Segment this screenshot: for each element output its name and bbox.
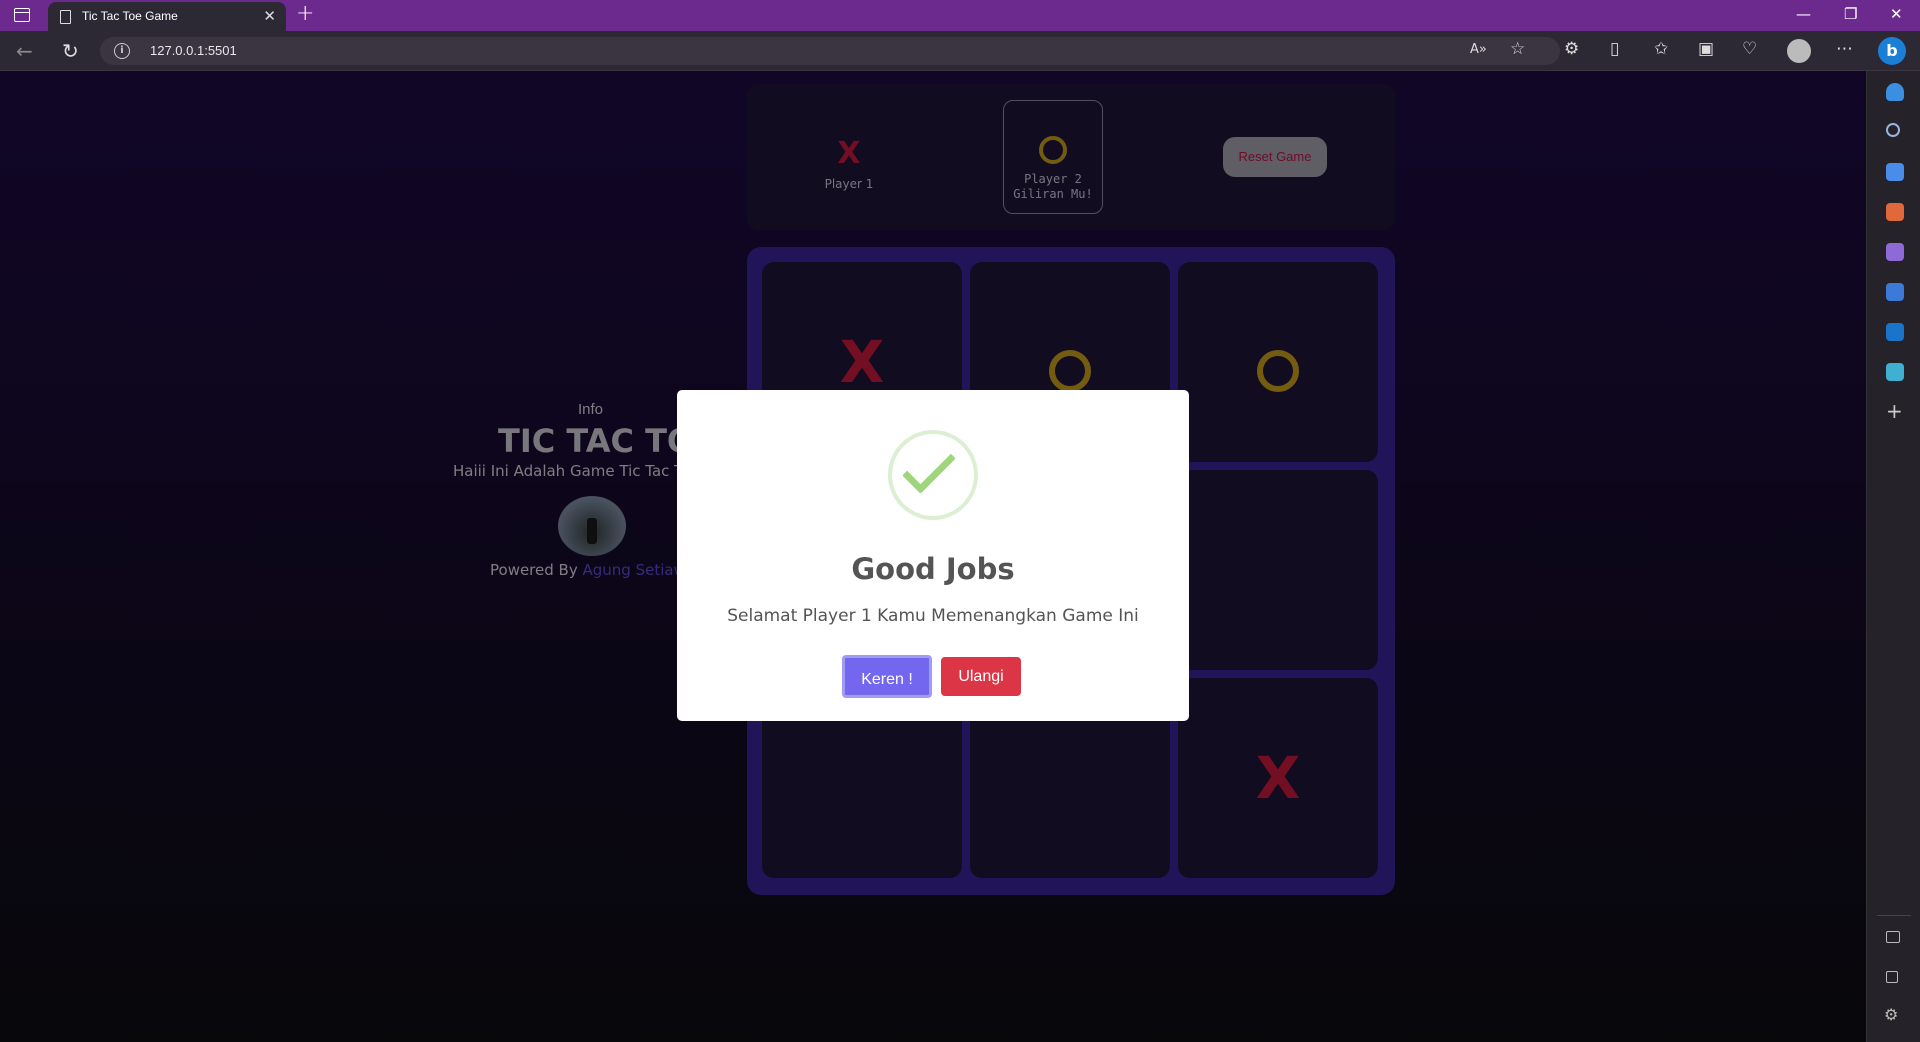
tab-actions-icon[interactable]: [14, 8, 30, 22]
games-icon[interactable]: [1886, 243, 1904, 261]
success-check-icon: [888, 430, 978, 520]
minimize-icon[interactable]: —: [1796, 5, 1811, 23]
retry-button[interactable]: Ulangi: [941, 657, 1021, 696]
extensions-icon[interactable]: ⚙: [1564, 39, 1579, 59]
win-dialog: Good Jobs Selamat Player 1 Kamu Memenang…: [677, 390, 1189, 721]
shopping-icon[interactable]: [1886, 163, 1904, 181]
url-input[interactable]: i 127.0.0.1:5501: [100, 37, 1560, 65]
add-icon[interactable]: +: [1886, 399, 1903, 423]
confirm-button[interactable]: Keren !: [842, 655, 932, 698]
settings-gear-icon[interactable]: ⚙: [1884, 1005, 1898, 1024]
bing-chat-icon[interactable]: b: [1878, 37, 1906, 65]
sidebar-toggle-icon[interactable]: [1886, 931, 1900, 943]
tab-title: Tic Tac Toe Game: [82, 9, 178, 23]
outlook-icon[interactable]: [1886, 323, 1904, 341]
favorites-icon[interactable]: ✩: [1654, 39, 1668, 59]
browser-tab-bar: Tic Tac Toe Game ✕ + — ❐ ✕: [0, 0, 1920, 31]
notification-icon[interactable]: [1886, 83, 1904, 101]
address-bar-row: ← ↻ i 127.0.0.1:5501 A» ☆ ⚙ ▯ ✩ ▣ ♡ ⋯ b: [0, 31, 1920, 71]
search-icon[interactable]: [1886, 123, 1900, 137]
edge-sidebar: + ⚙: [1866, 71, 1920, 1042]
split-screen-icon[interactable]: ▯: [1610, 39, 1619, 59]
dialog-message: Selamat Player 1 Kamu Memenangkan Game I…: [727, 606, 1139, 626]
read-aloud-icon[interactable]: A»: [1470, 42, 1487, 57]
close-tab-icon[interactable]: ✕: [263, 7, 276, 25]
new-tab-icon[interactable]: +: [296, 1, 314, 26]
open-external-icon[interactable]: [1886, 971, 1898, 983]
favorite-star-icon[interactable]: ☆: [1510, 39, 1525, 59]
drop-icon[interactable]: [1886, 363, 1904, 381]
office-icon[interactable]: [1886, 283, 1904, 301]
refresh-icon[interactable]: ↻: [62, 39, 79, 63]
browser-tab[interactable]: Tic Tac Toe Game ✕: [48, 2, 286, 31]
site-info-icon[interactable]: i: [114, 43, 130, 59]
profile-avatar[interactable]: [1787, 39, 1811, 63]
url-text: 127.0.0.1:5501: [150, 43, 237, 58]
page-icon: [60, 10, 71, 24]
back-icon[interactable]: ←: [16, 39, 33, 63]
close-window-icon[interactable]: ✕: [1890, 5, 1903, 23]
restore-icon[interactable]: ❐: [1844, 5, 1857, 23]
health-icon[interactable]: ♡: [1742, 39, 1757, 59]
more-menu-icon[interactable]: ⋯: [1836, 39, 1853, 59]
collections-icon[interactable]: ▣: [1698, 39, 1714, 59]
tools-icon[interactable]: [1886, 203, 1904, 221]
dialog-title: Good Jobs: [851, 552, 1015, 586]
